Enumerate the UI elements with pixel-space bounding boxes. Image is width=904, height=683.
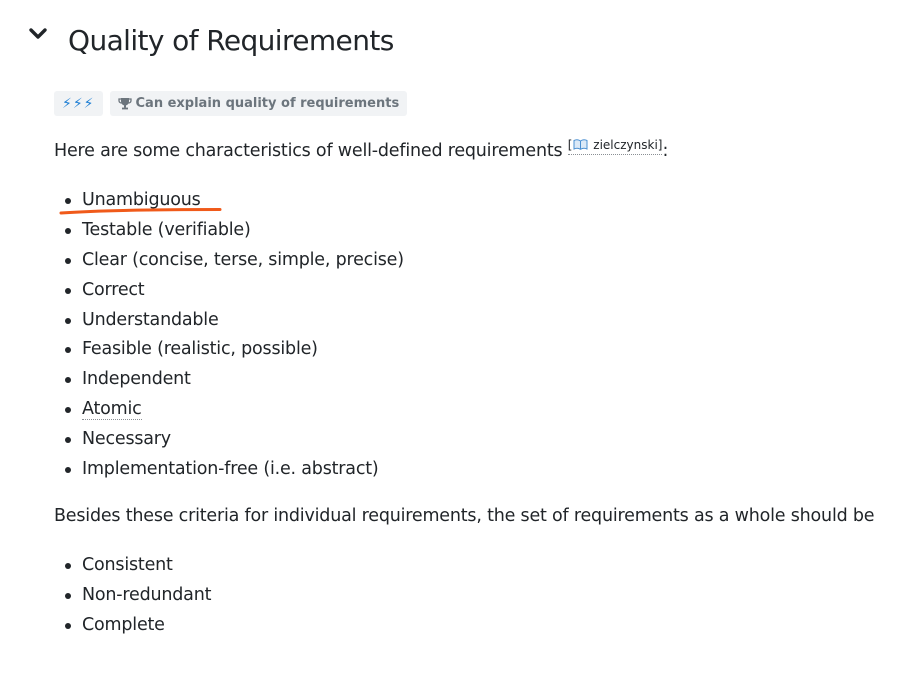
list-item-text: Implementation-free (i.e. abstract) xyxy=(82,459,379,480)
intro-suffix: : xyxy=(662,141,669,161)
list-item: Complete xyxy=(64,613,211,643)
list-item-text: Independent xyxy=(82,369,191,390)
list-item-text: Consistent xyxy=(82,555,173,575)
glossary-term-link[interactable]: Atomic xyxy=(82,399,142,421)
list-item: Consistent xyxy=(64,553,211,583)
list-item-text: Testable (verifiable) xyxy=(82,219,251,240)
list-item-text: Non-redundant xyxy=(82,584,212,605)
badge-row: ⚡⚡⚡ Can explain quality of requirements xyxy=(54,91,408,116)
list-item: Clear (concise, terse, simple, precise) xyxy=(64,248,404,278)
page: Quality of Requirements ⚡⚡⚡ Can explain … xyxy=(0,0,904,683)
list-item: Necessary xyxy=(64,427,404,457)
list-item: Correct xyxy=(64,278,404,308)
lightning-icon: ⚡⚡⚡ xyxy=(62,95,95,112)
besides-paragraph: Besides these criteria for individual re… xyxy=(54,506,875,526)
difficulty-badge: ⚡⚡⚡ xyxy=(54,91,103,116)
chevron-down-icon[interactable] xyxy=(26,22,50,46)
list-item-text: Correct xyxy=(82,279,145,300)
book-icon xyxy=(573,138,588,153)
list-item-text: Feasible (realistic, possible) xyxy=(82,339,318,360)
outcome-badge: Can explain quality of requirements xyxy=(109,91,408,116)
intro-paragraph: Here are some characteristics of well-de… xyxy=(54,138,669,162)
list-item: Independent xyxy=(64,367,404,397)
list-item: Understandable xyxy=(64,308,404,338)
list-item: Feasible (realistic, possible) xyxy=(64,337,404,367)
section-title: Quality of Requirements xyxy=(68,24,394,57)
trophy-icon xyxy=(117,97,132,110)
set-criteria-list: Consistent Non-redundant Complete xyxy=(64,553,211,643)
list-item-text: Necessary xyxy=(82,429,171,450)
list-item-text: Clear (concise, terse, simple, precise) xyxy=(82,249,404,270)
outcome-label: Can explain quality of requirements xyxy=(135,96,400,111)
list-item: Non-redundant xyxy=(64,583,211,613)
citation-label: zielczynski xyxy=(589,138,658,152)
citation-link[interactable]: [ zielczynski] xyxy=(567,138,663,155)
list-item: Implementation-free (i.e. abstract) xyxy=(64,457,404,487)
annotation-underline xyxy=(59,208,222,215)
intro-text: Here are some characteristics of well-de… xyxy=(54,141,568,161)
list-item-text: Understandable xyxy=(82,309,219,330)
list-item: Atomic xyxy=(64,397,404,427)
characteristics-list: Unambiguous Testable (verifiable) Clear … xyxy=(64,188,404,487)
section-header[interactable]: Quality of Requirements xyxy=(26,22,394,57)
list-item: Testable (verifiable) xyxy=(64,218,404,248)
list-item-text: Complete xyxy=(82,614,165,635)
